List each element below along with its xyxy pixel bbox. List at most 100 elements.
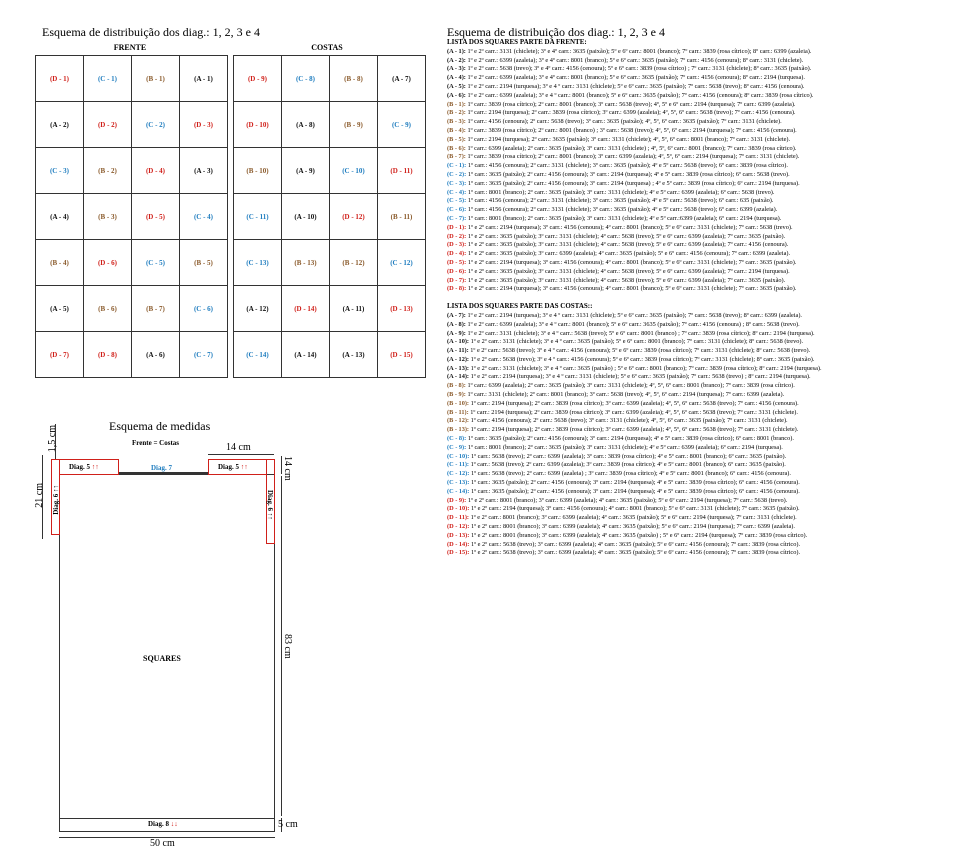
grid-cell: (B - 5) bbox=[179, 239, 228, 286]
list-item-code: (B - 9): bbox=[447, 391, 468, 399]
list-item: (B - 9): 1º carr.: 3131 (chiclete); 2º c… bbox=[447, 391, 822, 400]
list-item-text: 1º e 2º carr.: 5638 (trevo); 3º e 4 º ca… bbox=[470, 355, 815, 363]
list-item-text: 1º e 2º carr.: 3635 (paixão); 3º carr.: … bbox=[467, 232, 786, 240]
list-item-code: (A - 13): bbox=[447, 364, 471, 372]
grid-row: (D - 10) (A - 8) (B - 9) (C - 9) bbox=[233, 101, 426, 148]
grid-row: (A - 2) (D - 2) (C - 2) (D - 3) bbox=[35, 101, 228, 148]
list-item-text: 1º e 2º carr.: 2194 (turquesa); 3º e 4 º… bbox=[470, 373, 811, 381]
list-front-title: LISTA DOS SQUARES PARTE DA FRENTE: bbox=[447, 38, 587, 46]
list-item-text: 1º e 2º carr.: 5638 (trevo); 3º carr.: 6… bbox=[470, 549, 801, 557]
measure-14-side: 14 cm bbox=[282, 456, 293, 481]
list-item-code: (C - 13): bbox=[447, 479, 471, 487]
list-item: (C - 12): 1º carr.: 5638 (trevo); 2º car… bbox=[447, 470, 822, 479]
list-item-text: 1º e 2º carr.: 2194 (turquesa); 3º e 4 º… bbox=[467, 311, 803, 319]
grid-cell: (A - 6) bbox=[131, 331, 180, 378]
grid-cell: (B - 9) bbox=[329, 101, 378, 148]
list-item-code: (B - 12): bbox=[447, 417, 471, 425]
grid-cell: (A - 1) bbox=[179, 55, 228, 102]
list-item: (D - 6): 1º e 2º carr.: 3635 (paixão); 3… bbox=[447, 268, 822, 277]
list-item-text: 1º e 2º carr.: 2194 (turquesa); 3º carr.… bbox=[467, 258, 797, 266]
grid-row: (C - 14) (A - 14) (A - 13) (D - 15) bbox=[233, 331, 426, 378]
list-item-text: 1º carr.: 3131 (chiclete); 2º carr.: 800… bbox=[467, 391, 785, 399]
grid-cell: (A - 11) bbox=[329, 285, 378, 332]
list-item-code: (D - 7): bbox=[447, 276, 468, 284]
grid-cell: (B - 10) bbox=[233, 147, 282, 194]
list-item-text: 1º carr.: 4156 (cenoura); 2º carr.: 5638… bbox=[470, 417, 788, 425]
list-item-code: (C - 10): bbox=[447, 452, 471, 460]
list-item: (D - 14): 1º e 2º carr.: 5638 (trevo); 3… bbox=[447, 541, 822, 550]
list-item: (C - 6): 1º carr.: 4156 (cenoura); 2º ca… bbox=[447, 206, 822, 215]
list-item: (C - 11): 1º carr.: 5638 (trevo); 2º car… bbox=[447, 461, 822, 470]
grid-cell: (C - 1) bbox=[83, 55, 132, 102]
list-item: (B - 12): 1º carr.: 4156 (cenoura); 2º c… bbox=[447, 417, 822, 426]
grid-row: (A - 12) (D - 14) (A - 11) (D - 13) bbox=[233, 285, 426, 332]
list-item-code: (D - 1): bbox=[447, 223, 468, 231]
list-item: (C - 8): 1º carr.: 3635 (paixão); 2º car… bbox=[447, 435, 822, 444]
list-item-code: (A - 3): bbox=[447, 65, 468, 73]
grid-cell: (D - 11) bbox=[377, 147, 426, 194]
squares-list: LISTA DOS SQUARES PARTE DA FRENTE: (A - … bbox=[447, 38, 822, 558]
list-item: (A - 6): 1º e 2º carr.: 6399 (azaleia); … bbox=[447, 92, 822, 101]
list-item-text: 1º carr.: 3635 (paixão); 2º carr.: 4156 … bbox=[470, 479, 800, 487]
list-item: (A - 9): 1º e 2º carr.: 3131 (chiclete);… bbox=[447, 330, 822, 339]
grid-cell: (B - 1) bbox=[131, 55, 180, 102]
list-item: (C - 5): 1º carr.: 4156 (cenoura); 2º ca… bbox=[447, 197, 822, 206]
list-item-text: 1º carr.: 6399 (azaleia); 2º carr.: 3635… bbox=[467, 382, 795, 390]
list-item: (D - 15): 1º e 2º carr.: 5638 (trevo); 3… bbox=[447, 549, 822, 558]
list-item-text: 1º carr.: 4156 (cenoura); 2º carr.: 3131… bbox=[467, 162, 788, 170]
grid-cell: (C - 5) bbox=[131, 239, 180, 286]
grid-cell: (B - 8) bbox=[329, 55, 378, 102]
grid-cell: (D - 3) bbox=[179, 101, 228, 148]
list-item-code: (D - 9): bbox=[447, 496, 468, 504]
list-item: (B - 6): 1º carr.: 6399 (azaleia); 2º ca… bbox=[447, 145, 822, 154]
list-item: (A - 2): 1º e 2º carr.: 6399 (azaleia); … bbox=[447, 57, 822, 66]
grid-cell: (C - 12) bbox=[377, 239, 426, 286]
grid-cell: (A - 3) bbox=[179, 147, 228, 194]
list-item: (D - 5): 1º e 2º carr.: 2194 (turquesa);… bbox=[447, 259, 822, 268]
list-item-code: (D - 3): bbox=[447, 241, 468, 249]
list-item-code: (B - 4): bbox=[447, 126, 468, 134]
list-item-code: (A - 10): bbox=[447, 338, 471, 346]
list-item-text: 1º e 2º carr.: 2194 (turquesa); 3º carr.… bbox=[467, 223, 793, 231]
list-item-text: 1º e 2º carr.: 3635 (paixão); 3º carr.: … bbox=[467, 276, 786, 284]
grid-cell: (C - 9) bbox=[377, 101, 426, 148]
diag6-right: Diag. 6 ↑↑ bbox=[266, 490, 274, 520]
list-item: (A - 12): 1º e 2º carr.: 5638 (trevo); 3… bbox=[447, 356, 822, 365]
diag5-right: Diag. 5 ↑↑ bbox=[218, 463, 248, 471]
list-item-text: 1º carr.: 2194 (turquesa); 2º carr.: 383… bbox=[467, 109, 796, 117]
list-item-text: 1º e 2º carr.: 6399 (azaleia); 3º e 4º c… bbox=[467, 74, 805, 82]
list-item-text: 1º e 2º carr.: 3635 (paixão); 3º carr.: … bbox=[467, 267, 790, 275]
list-item-text: 1º carr.: 3635 (paixão); 2º carr.: 4156 … bbox=[467, 170, 790, 178]
list-item-code: (B - 6): bbox=[447, 144, 468, 152]
grid-row: (A - 5) (B - 6) (B - 7) (C - 6) bbox=[35, 285, 228, 332]
grid-cell: (A - 10) bbox=[281, 193, 330, 240]
grid-cell: (A - 12) bbox=[233, 285, 282, 332]
grid-cell: (B - 7) bbox=[131, 285, 180, 332]
grid-row: (A - 4) (B - 3) (D - 5) (C - 4) bbox=[35, 193, 228, 240]
measure-5: 5 cm bbox=[278, 819, 298, 830]
list-item: (A - 11): 1º e 2º carr.: 5638 (trevo); 3… bbox=[447, 347, 822, 356]
grid-cell: (A - 2) bbox=[35, 101, 84, 148]
diag8-label: Diag. 8 ↓↓ bbox=[148, 820, 178, 828]
grid-cell: (B - 4) bbox=[35, 239, 84, 286]
list-item-text: 1º e 2º carr.: 3131 (chiclete); 3º e 4 º… bbox=[467, 329, 815, 337]
grid-cell: (B - 6) bbox=[83, 285, 132, 332]
list-item-code: (D - 13): bbox=[447, 531, 471, 539]
diag5-left: Diag. 5 ↑↑ bbox=[69, 463, 99, 471]
grid-row: (C - 13) (B - 13) (B - 12) (C - 12) bbox=[233, 239, 426, 286]
grid-cell: (C - 7) bbox=[179, 331, 228, 378]
list-item-text: 1º e 2º carr.: 3131 (chiclete); 3º e 4 º… bbox=[470, 338, 804, 346]
grid-cell: (D - 8) bbox=[83, 331, 132, 378]
list-item-code: (A - 8): bbox=[447, 320, 468, 328]
list-item: (D - 11): 1º e 2º carr.: 8001 (branco); … bbox=[447, 514, 822, 523]
list-item-code: (A - 2): bbox=[447, 56, 468, 64]
list-item-code: (C - 9): bbox=[447, 443, 468, 451]
grid-cell: (C - 2) bbox=[131, 101, 180, 148]
grid-cell: (A - 7) bbox=[377, 55, 426, 102]
list-item: (A - 5): 1º e 2º carr.: 2194 (turquesa);… bbox=[447, 83, 822, 92]
list-item: (D - 13): 1º e 2º carr.: 8001 (branco); … bbox=[447, 532, 822, 541]
list-item-text: 1º carr.: 2194 (turquesa); 2º carr.: 383… bbox=[470, 408, 798, 416]
list-item-code: (D - 12): bbox=[447, 523, 471, 531]
list-item-text: 1º carr.: 2194 (turquesa); 2º carr.: 383… bbox=[470, 399, 799, 407]
list-item: (C - 13): 1º carr.: 3635 (paixão); 2º ca… bbox=[447, 479, 822, 488]
